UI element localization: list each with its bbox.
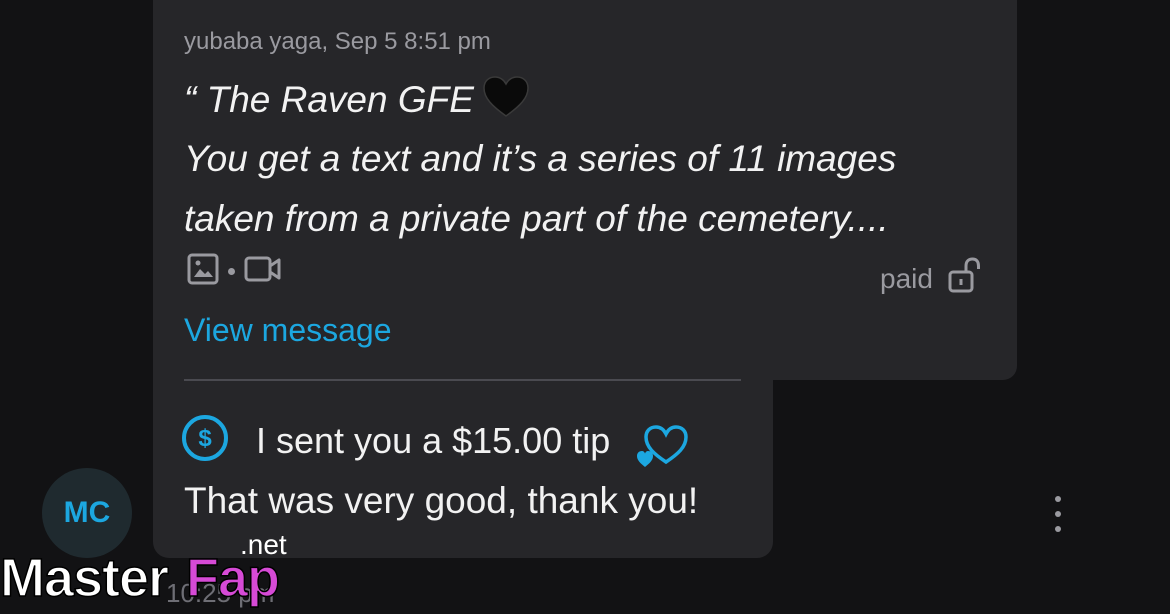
- video-icon: [243, 252, 283, 291]
- separator-dot: [228, 267, 235, 275]
- paid-status: paid: [880, 256, 981, 301]
- watermark-logo: .net Master Fap: [0, 529, 320, 609]
- tip-text: I sent you a $15.00 tip: [256, 419, 611, 461]
- black-heart-icon: [482, 76, 530, 127]
- divider: [184, 379, 741, 381]
- svg-text:Master: Master: [0, 548, 169, 608]
- message-title: “ The Raven GFE: [184, 76, 530, 127]
- message-sender-time: yubaba yaga, Sep 5 8:51 pm: [184, 28, 491, 55]
- message-line: taken from a private part of the cemeter…: [184, 198, 889, 239]
- image-icon: [186, 252, 220, 291]
- reply-body: That was very good, thank you!: [184, 480, 699, 521]
- tip-row: $ I sent you a $15.00 tip: [180, 408, 690, 473]
- svg-text:$: $: [198, 425, 212, 452]
- view-message-link[interactable]: View message: [184, 312, 392, 349]
- media-summary: [186, 252, 283, 291]
- more-vertical-icon[interactable]: [1052, 496, 1064, 532]
- hearts-icon[interactable]: [636, 422, 690, 473]
- svg-text:Fap: Fap: [186, 548, 279, 608]
- message-line: You get a text and it’s a series of 11 i…: [184, 138, 897, 179]
- dollar-coin-icon: $: [180, 413, 230, 468]
- unlock-icon: [947, 256, 981, 301]
